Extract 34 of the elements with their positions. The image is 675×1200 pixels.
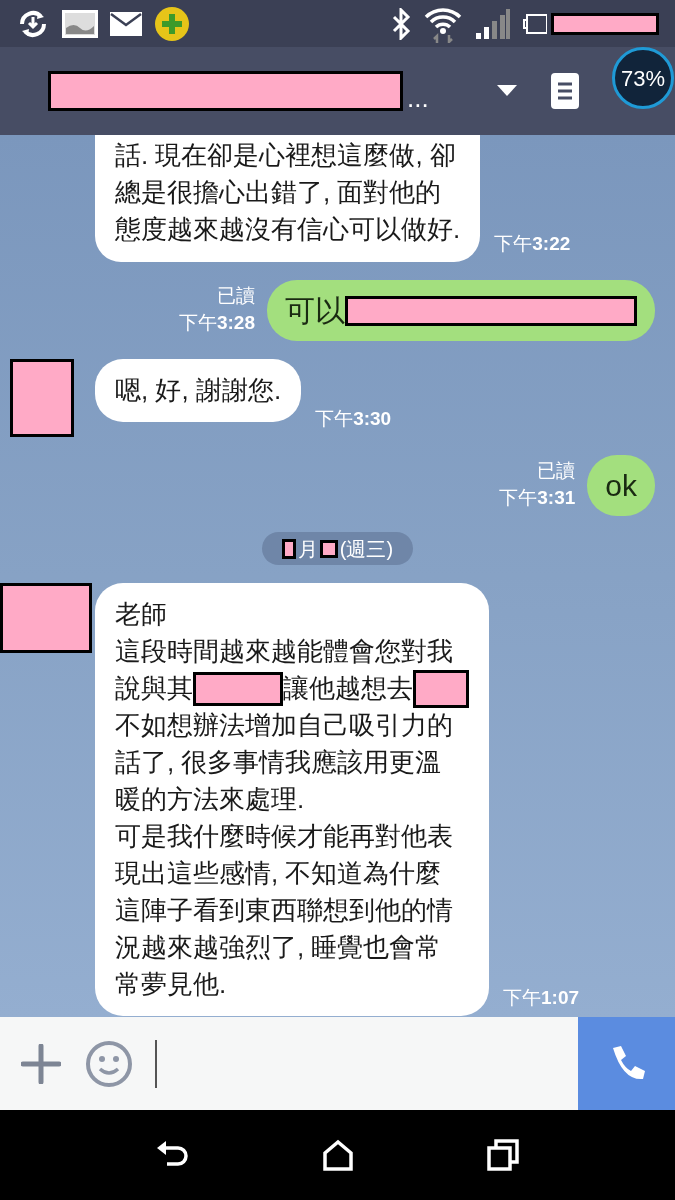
date-text: (週三) xyxy=(339,536,394,562)
image-icon xyxy=(62,9,98,38)
bluetooth-icon xyxy=(391,7,411,40)
recent-apps-icon[interactable] xyxy=(486,1139,519,1171)
message-time: 下午3:28 xyxy=(178,310,255,335)
mail-icon xyxy=(110,11,142,36)
chat-title: ... xyxy=(407,85,429,111)
message-time: 下午3:22 xyxy=(494,231,571,256)
date-text: 月 xyxy=(297,536,318,562)
read-receipt: 已讀 xyxy=(537,458,576,483)
message-text: 話. 現在卻是心裡想這麼做, 卻 總是很擔心出錯了, 面對他的 態度越來越沒有信心可以做好. xyxy=(115,139,461,246)
message-text: 可以 xyxy=(285,293,345,329)
message-time: 下午3:30 xyxy=(315,406,392,431)
message-text: 讓他越想去 xyxy=(283,672,413,705)
battery-icon xyxy=(523,12,547,35)
signal-icon xyxy=(475,7,511,40)
redaction-box xyxy=(319,539,338,558)
note-icon[interactable] xyxy=(551,73,579,109)
message-text: 老師 這段時間越來越能體會您對我 xyxy=(115,598,454,668)
message-time: 下午1:07 xyxy=(503,985,580,1010)
emoji-icon[interactable] xyxy=(85,1039,133,1088)
redaction-box xyxy=(281,538,296,559)
redaction-box xyxy=(413,669,469,708)
message-text: 說與其 xyxy=(115,672,193,705)
plus-icon[interactable] xyxy=(21,1043,61,1084)
home-icon[interactable] xyxy=(322,1139,355,1171)
read-receipt: 已讀 xyxy=(217,283,255,308)
message-text: 嗯, 好, 謝謝您. xyxy=(115,374,282,407)
message-text: ok xyxy=(605,468,637,504)
message-text: 不如想辦法增加自己吸引力的 話了, 很多事情我應該用更溫 暖的方法來處理. 可是我什麼時候才能再對他表 現出這些感情, 不知道為什麼 這陣子看到東西聯想到他的情 況越來越強烈了, 睡覺也會常 常夢見他. xyxy=(115,709,454,1001)
dropdown-caret-icon[interactable] xyxy=(497,85,517,97)
app-icon xyxy=(154,5,190,42)
call-button[interactable] xyxy=(578,1017,675,1110)
message-time: 下午3:31 xyxy=(499,485,576,510)
